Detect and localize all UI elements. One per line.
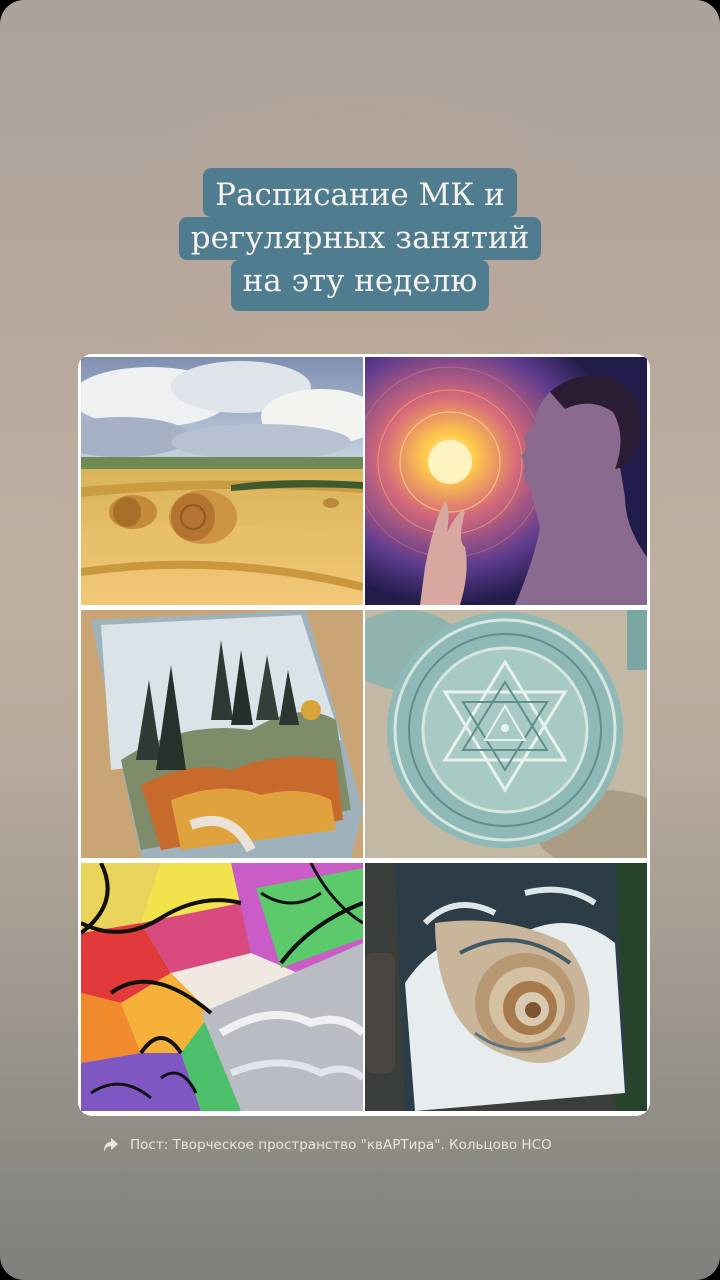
image-autumn-forest	[81, 610, 363, 858]
title-line-2: регулярных занятий	[178, 217, 542, 260]
post-credit-text: Пост: Творческое пространство "квАРТира"…	[130, 1137, 552, 1153]
title-line-1: Расписание МК и	[203, 168, 517, 217]
share-arrow-icon	[104, 1138, 118, 1152]
story-title: Расписание МК и регулярных занятий на эт…	[0, 168, 720, 311]
image-hay-bales-landscape	[81, 357, 363, 605]
post-credit[interactable]: Пост: Творческое пространство "квАРТира"…	[102, 1132, 552, 1158]
shared-post-card[interactable]	[78, 354, 650, 1116]
title-line-3: на эту неделю	[230, 260, 490, 311]
image-glowing-woman	[365, 357, 647, 605]
image-ammonite-shell	[365, 863, 647, 1111]
image-sri-yantra-mandala	[365, 610, 647, 858]
story-screen: Расписание МК и регулярных занятий на эт…	[0, 0, 720, 1280]
image-neurographic-drawing	[81, 863, 363, 1111]
